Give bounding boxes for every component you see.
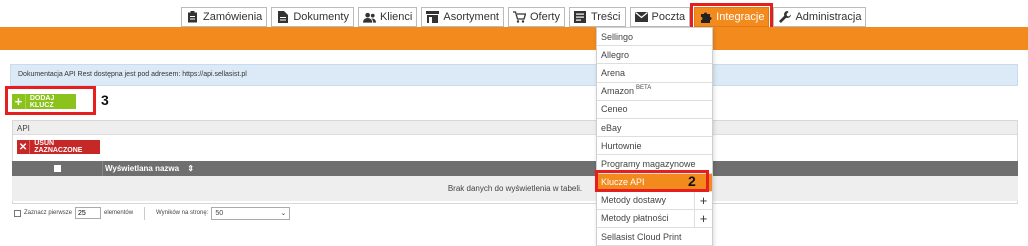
- chevron-down-icon: ⌄: [280, 210, 287, 217]
- pager-bar: Zaznacz pierwsze elementów Wyników na st…: [14, 206, 291, 220]
- expand-icon[interactable]: +: [694, 209, 712, 228]
- nav-poczta[interactable]: Poczta: [629, 7, 691, 27]
- empty-table-message: Brak danych do wyświetlenia w tabeli.: [12, 176, 1018, 201]
- plus-icon: +: [12, 94, 26, 109]
- column-header-name[interactable]: Wyświetlana nazwa ⇕: [103, 164, 194, 173]
- integrations-dropdown: Sellingo Allegro Arena Amazon BETA Ceneo …: [596, 27, 713, 246]
- close-icon: ✕: [17, 140, 31, 154]
- nav-label: Treści: [590, 11, 621, 23]
- menu-item-sellasist-cloud-print[interactable]: Sellasist Cloud Print: [597, 228, 712, 246]
- users-icon: [362, 11, 376, 24]
- annotation-number-2: 2: [688, 173, 696, 189]
- expand-icon[interactable]: +: [694, 191, 712, 209]
- table-header: Wyświetlana nazwa ⇕: [12, 161, 1018, 176]
- nav-administracja[interactable]: Administracja: [773, 7, 867, 27]
- add-key-label: DODAJ KLUCZ: [29, 94, 55, 109]
- nav-label: Integracje: [716, 11, 765, 23]
- annotation-number-3: 3: [101, 92, 109, 108]
- menu-item-metody-platnosci[interactable]: Metody płatności +: [597, 209, 712, 229]
- wrench-icon: [778, 11, 791, 24]
- menu-item-sellingo[interactable]: Sellingo: [597, 28, 712, 47]
- mark-first-input[interactable]: [75, 207, 102, 219]
- nav-klienci[interactable]: Klienci: [357, 7, 418, 27]
- mail-icon: [634, 11, 648, 24]
- nav-tresci[interactable]: Treści: [568, 7, 626, 27]
- nav-oferty[interactable]: Oferty: [508, 7, 565, 27]
- nav-dokumenty[interactable]: Dokumenty: [271, 7, 354, 27]
- clipboard-icon: [186, 11, 199, 24]
- panel-title: API: [13, 121, 1017, 135]
- menu-item-amazon[interactable]: Amazon BETA: [597, 83, 712, 101]
- mark-first-label: Zaznacz pierwsze: [24, 210, 73, 216]
- nav-zamowienia[interactable]: Zamówienia: [181, 7, 268, 27]
- nav-label: Asortyment: [443, 11, 499, 23]
- beta-badge: BETA: [636, 85, 652, 92]
- divider: [144, 206, 146, 220]
- nav-label: Klienci: [379, 11, 413, 23]
- nav-integracje[interactable]: Integracje: [690, 3, 774, 31]
- store-icon: [426, 11, 440, 24]
- top-nav: Zamówienia Dokumenty Klienci Asortyment …: [181, 3, 867, 31]
- elements-label: elementów: [104, 210, 134, 216]
- menu-item-allegro[interactable]: Allegro: [597, 46, 712, 65]
- nav-label: Oferty: [530, 11, 560, 23]
- cart-icon: [513, 11, 526, 24]
- menu-item-ceneo[interactable]: Ceneo: [597, 101, 712, 119]
- menu-item-ebay[interactable]: eBay: [597, 119, 712, 138]
- sort-icon: ⇕: [187, 164, 195, 173]
- nav-label: Administracja: [795, 11, 862, 23]
- content-icon: [574, 11, 587, 24]
- delete-selected-button[interactable]: ✕ USUŃ ZAZNACZONE: [17, 140, 100, 154]
- puzzle-icon: [699, 11, 712, 24]
- mark-first-checkbox[interactable]: [14, 209, 21, 217]
- select-all-checkbox[interactable]: [12, 161, 103, 176]
- nav-label: Dokumenty: [293, 11, 349, 23]
- add-key-button[interactable]: + DODAJ KLUCZ: [12, 94, 76, 109]
- per-page-select[interactable]: 50 ⌄: [211, 206, 291, 220]
- per-page-label: Wyników na stronę:: [156, 210, 209, 216]
- nav-label: Zamówienia: [203, 11, 263, 23]
- delete-selected-label: USUŃ ZAZNACZONE: [34, 140, 83, 154]
- nav-asortyment[interactable]: Asortyment: [421, 7, 504, 27]
- api-info-bar: Dokumentacja API Rest dostępna jest pod …: [10, 64, 1018, 86]
- menu-item-arena[interactable]: Arena: [597, 64, 712, 83]
- header-band: [0, 27, 1028, 50]
- document-icon: [276, 11, 289, 24]
- menu-item-hurtownie[interactable]: Hurtownie: [597, 137, 712, 156]
- nav-label: Poczta: [651, 11, 686, 23]
- menu-item-metody-dostawy[interactable]: Metody dostawy +: [597, 191, 712, 210]
